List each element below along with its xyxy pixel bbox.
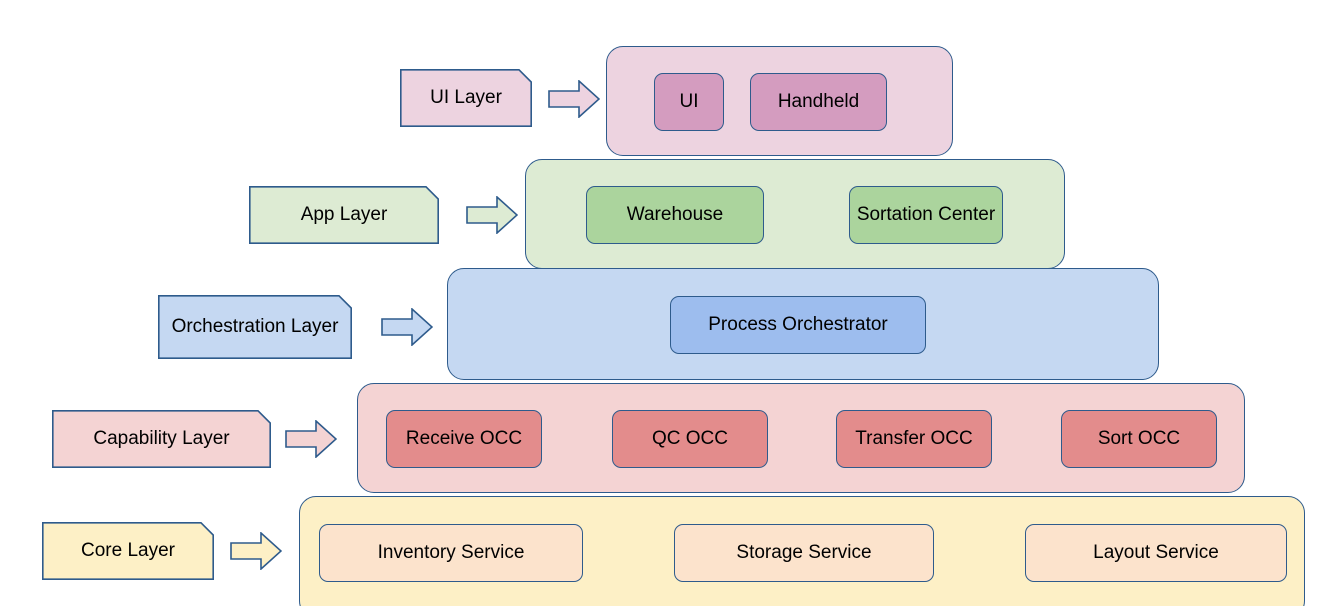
component-ui[interactable]: UI <box>654 73 724 131</box>
arrow-to-orchestration-layer <box>381 308 433 346</box>
component-transfer-occ[interactable]: Transfer OCC <box>836 410 992 468</box>
component-label: Process Orchestrator <box>708 313 888 335</box>
layer-label-text: Core Layer <box>81 539 175 561</box>
right-arrow-icon <box>230 532 282 570</box>
arrow-to-ui-layer <box>548 80 600 118</box>
component-label: Handheld <box>777 90 860 112</box>
layer-label-capability-layer[interactable]: Capability Layer <box>52 410 271 468</box>
architecture-diagram: UI Layer UI Handheld App Layer Warehouse… <box>0 0 1340 606</box>
component-label: Warehouse <box>626 203 724 225</box>
component-storage-service[interactable]: Storage Service <box>674 524 934 582</box>
component-process-orchestrator[interactable]: Process Orchestrator <box>670 296 926 354</box>
right-arrow-icon <box>466 196 518 234</box>
layer-label-orchestration-layer[interactable]: Orchestration Layer <box>158 295 352 359</box>
layer-band-orchestration-layer[interactable]: Process Orchestrator <box>447 268 1159 380</box>
right-arrow-icon <box>381 308 433 346</box>
layer-label-text: App Layer <box>300 203 388 225</box>
component-label: Sortation Center <box>856 203 996 225</box>
component-inventory-service[interactable]: Inventory Service <box>319 524 583 582</box>
component-warehouse[interactable]: Warehouse <box>586 186 764 244</box>
component-label: Storage Service <box>736 541 872 563</box>
component-qc-occ[interactable]: QC OCC <box>612 410 768 468</box>
component-label: Sort OCC <box>1097 427 1181 449</box>
component-label: Inventory Service <box>377 541 525 563</box>
layer-band-app-layer[interactable]: Warehouse Sortation Center <box>525 159 1065 269</box>
component-label: Transfer OCC <box>855 427 973 449</box>
right-arrow-icon <box>548 80 600 118</box>
layer-label-ui-layer[interactable]: UI Layer <box>400 69 532 127</box>
arrow-to-core-layer <box>230 532 282 570</box>
layer-label-text: UI Layer <box>430 86 502 108</box>
component-label: Receive OCC <box>405 427 523 449</box>
component-label: QC OCC <box>652 427 728 449</box>
layer-label-core-layer[interactable]: Core Layer <box>42 522 214 580</box>
arrow-to-capability-layer <box>285 420 337 458</box>
layer-band-ui-layer[interactable]: UI Handheld <box>606 46 953 156</box>
layer-band-core-layer[interactable]: Inventory Service Storage Service Layout… <box>299 496 1305 606</box>
component-sortation-center[interactable]: Sortation Center <box>849 186 1003 244</box>
component-label: UI <box>679 90 699 112</box>
arrow-to-app-layer <box>466 196 518 234</box>
component-sort-occ[interactable]: Sort OCC <box>1061 410 1217 468</box>
component-receive-occ[interactable]: Receive OCC <box>386 410 542 468</box>
layer-label-text: Capability Layer <box>93 427 230 449</box>
component-handheld[interactable]: Handheld <box>750 73 887 131</box>
right-arrow-icon <box>285 420 337 458</box>
component-label: Layout Service <box>1093 541 1219 563</box>
layer-band-capability-layer[interactable]: Receive OCC QC OCC Transfer OCC Sort OCC <box>357 383 1245 493</box>
component-layout-service[interactable]: Layout Service <box>1025 524 1287 582</box>
layer-label-app-layer[interactable]: App Layer <box>249 186 439 244</box>
layer-label-text: Orchestration Layer <box>171 315 339 337</box>
